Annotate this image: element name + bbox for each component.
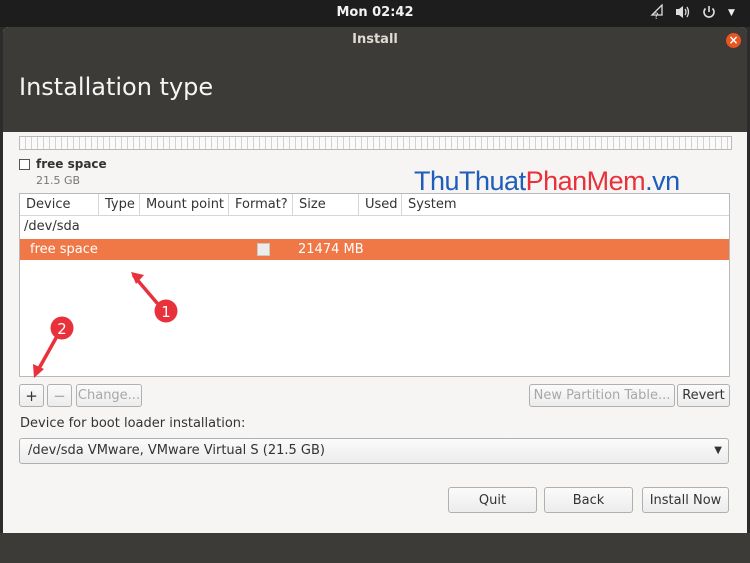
dropdown-arrow-icon: ▼ [714, 445, 722, 456]
power-icon[interactable] [701, 4, 717, 24]
row-size-cell: 21474 MB [298, 242, 364, 257]
bottom-panel [0, 533, 750, 563]
partition-table[interactable]: Device Type Mount point Format? Size Use… [19, 193, 730, 377]
device-group-row[interactable]: /dev/sda [20, 217, 80, 237]
column-header-system[interactable]: System [402, 194, 729, 216]
bootloader-device-select[interactable]: /dev/sda VMware, VMware Virtual S (21.5 … [19, 438, 729, 464]
close-icon[interactable]: × [726, 33, 741, 48]
revert-button[interactable]: Revert [677, 384, 730, 407]
network-icon[interactable]: ? [650, 3, 664, 24]
remove-partition-button[interactable]: − [47, 384, 72, 407]
column-header-device[interactable]: Device [20, 194, 99, 216]
add-partition-button[interactable]: + [19, 384, 44, 407]
format-checkbox[interactable] [257, 243, 270, 256]
watermark-part1: ThuThuat [414, 166, 526, 196]
page-title: Installation type [19, 73, 214, 101]
column-header-used[interactable]: Used [359, 194, 402, 216]
change-partition-button[interactable]: Change... [76, 384, 142, 407]
watermark-part3: .vn [645, 166, 680, 196]
volume-icon[interactable] [674, 4, 692, 24]
disk-usage-bar [19, 136, 732, 150]
chevron-down-icon[interactable]: ▼ [728, 8, 735, 18]
legend-free-space-label: free space [36, 157, 107, 171]
bootloader-label: Device for boot loader installation: [20, 416, 246, 431]
legend-free-space-size: 21.5 GB [36, 174, 81, 187]
window-title: Install [352, 32, 398, 47]
install-now-button[interactable]: Install Now [642, 487, 729, 513]
svg-text:?: ? [654, 12, 659, 20]
column-header-size[interactable]: Size [293, 194, 359, 216]
new-partition-table-button[interactable]: New Partition Table... [529, 384, 675, 407]
column-header-format[interactable]: Format? [229, 194, 293, 216]
window-titlebar[interactable]: Install × [3, 27, 747, 54]
column-header-type[interactable]: Type [99, 194, 140, 216]
table-row-free-space[interactable]: free space 21474 MB [20, 239, 729, 260]
quit-button[interactable]: Quit [448, 487, 537, 513]
back-button[interactable]: Back [544, 487, 633, 513]
top-panel: Mon 02:42 ? ▼ [0, 0, 750, 27]
bootloader-selected-value: /dev/sda VMware, VMware Virtual S (21.5 … [28, 443, 325, 458]
installer-window: Install × Installation type free space 2… [3, 27, 747, 533]
page-header: Installation type [3, 54, 747, 132]
watermark-part2: PhanMem [525, 166, 646, 196]
free-space-swatch [19, 159, 30, 170]
column-header-mount-point[interactable]: Mount point [140, 194, 229, 216]
row-device-cell: free space [30, 242, 98, 257]
clock[interactable]: Mon 02:42 [0, 5, 750, 20]
